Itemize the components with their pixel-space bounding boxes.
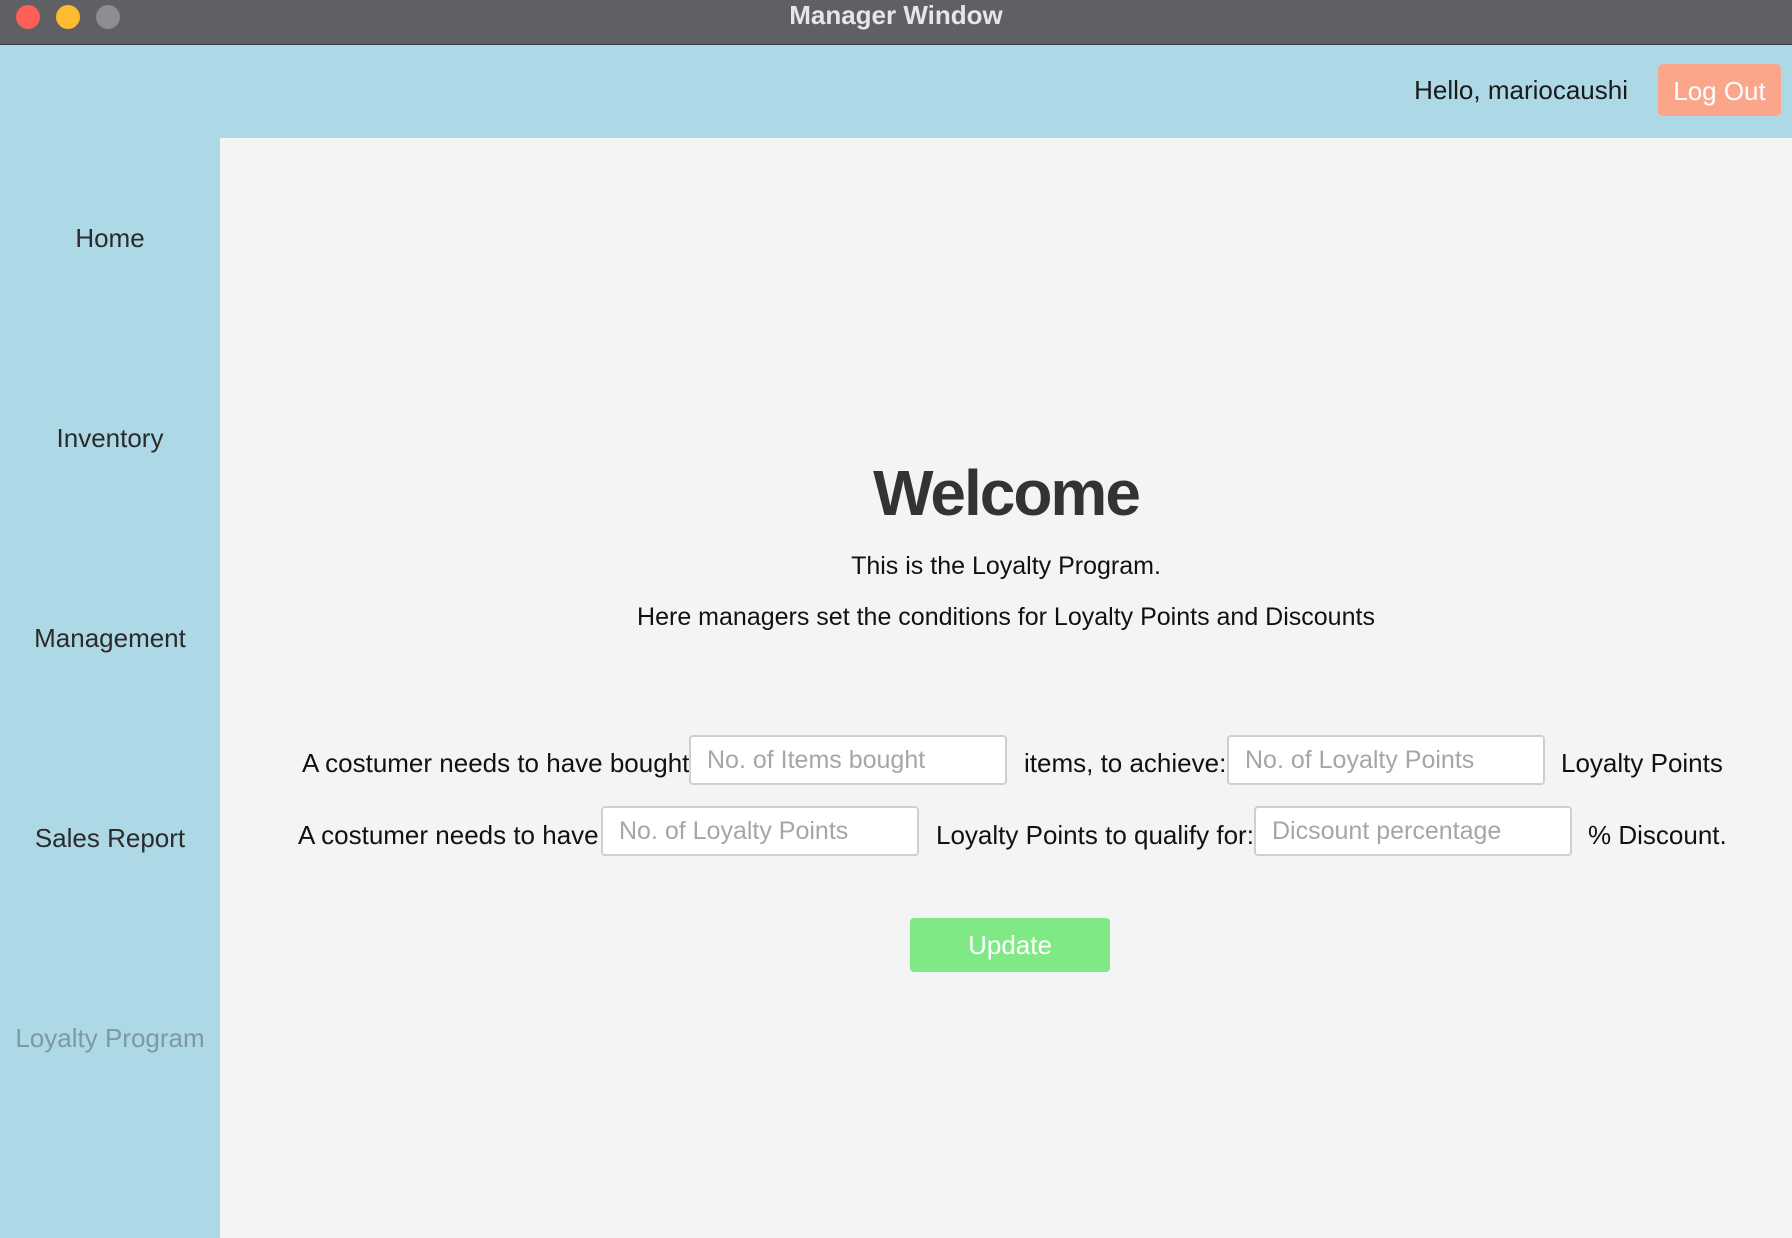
main-content: Welcome This is the Loyalty Program. Her… bbox=[220, 138, 1792, 1238]
qualify-for-label: Loyalty Points to qualify for: bbox=[936, 820, 1254, 850]
page-title: Welcome bbox=[873, 457, 1141, 529]
title-bar[interactable]: Manager Window bbox=[0, 0, 1792, 45]
discount-unit-label: % Discount. bbox=[1588, 820, 1727, 850]
sidebar: Home Inventory Management Sales Report L… bbox=[0, 138, 220, 1238]
loyalty-points-achieve-field[interactable] bbox=[1227, 735, 1545, 785]
top-bar: Hello, mariocaushi Log Out bbox=[0, 45, 1792, 138]
window-title: Manager Window bbox=[789, 0, 1003, 30]
subtitle-intro: This is the Loyalty Program. bbox=[851, 552, 1161, 580]
discount-percentage-field[interactable] bbox=[1254, 806, 1572, 856]
items-to-achieve-label: items, to achieve: bbox=[1024, 748, 1227, 778]
update-button[interactable]: Update bbox=[910, 918, 1110, 972]
manager-window: Manager Window Hello, mariocaushi Log Ou… bbox=[0, 0, 1792, 1238]
loyalty-points-unit-label: Loyalty Points bbox=[1561, 748, 1723, 778]
sidebar-item-management[interactable]: Management bbox=[0, 623, 220, 654]
subtitle-description: Here managers set the conditions for Loy… bbox=[637, 603, 1375, 631]
logout-button[interactable]: Log Out bbox=[1658, 64, 1781, 116]
points-required-label: A costumer needs to have: bbox=[298, 820, 606, 850]
items-bought-field[interactable] bbox=[689, 735, 1007, 785]
sidebar-item-loyalty-program[interactable]: Loyalty Program bbox=[0, 1023, 220, 1054]
sidebar-item-inventory[interactable]: Inventory bbox=[0, 423, 220, 454]
sidebar-item-home[interactable]: Home bbox=[0, 223, 220, 254]
greeting-text: Hello, mariocaushi bbox=[1414, 75, 1628, 105]
items-bought-label: A costumer needs to have bought: bbox=[302, 748, 697, 778]
sidebar-item-sales-report[interactable]: Sales Report bbox=[0, 823, 220, 854]
loyalty-points-required-field[interactable] bbox=[601, 806, 919, 856]
